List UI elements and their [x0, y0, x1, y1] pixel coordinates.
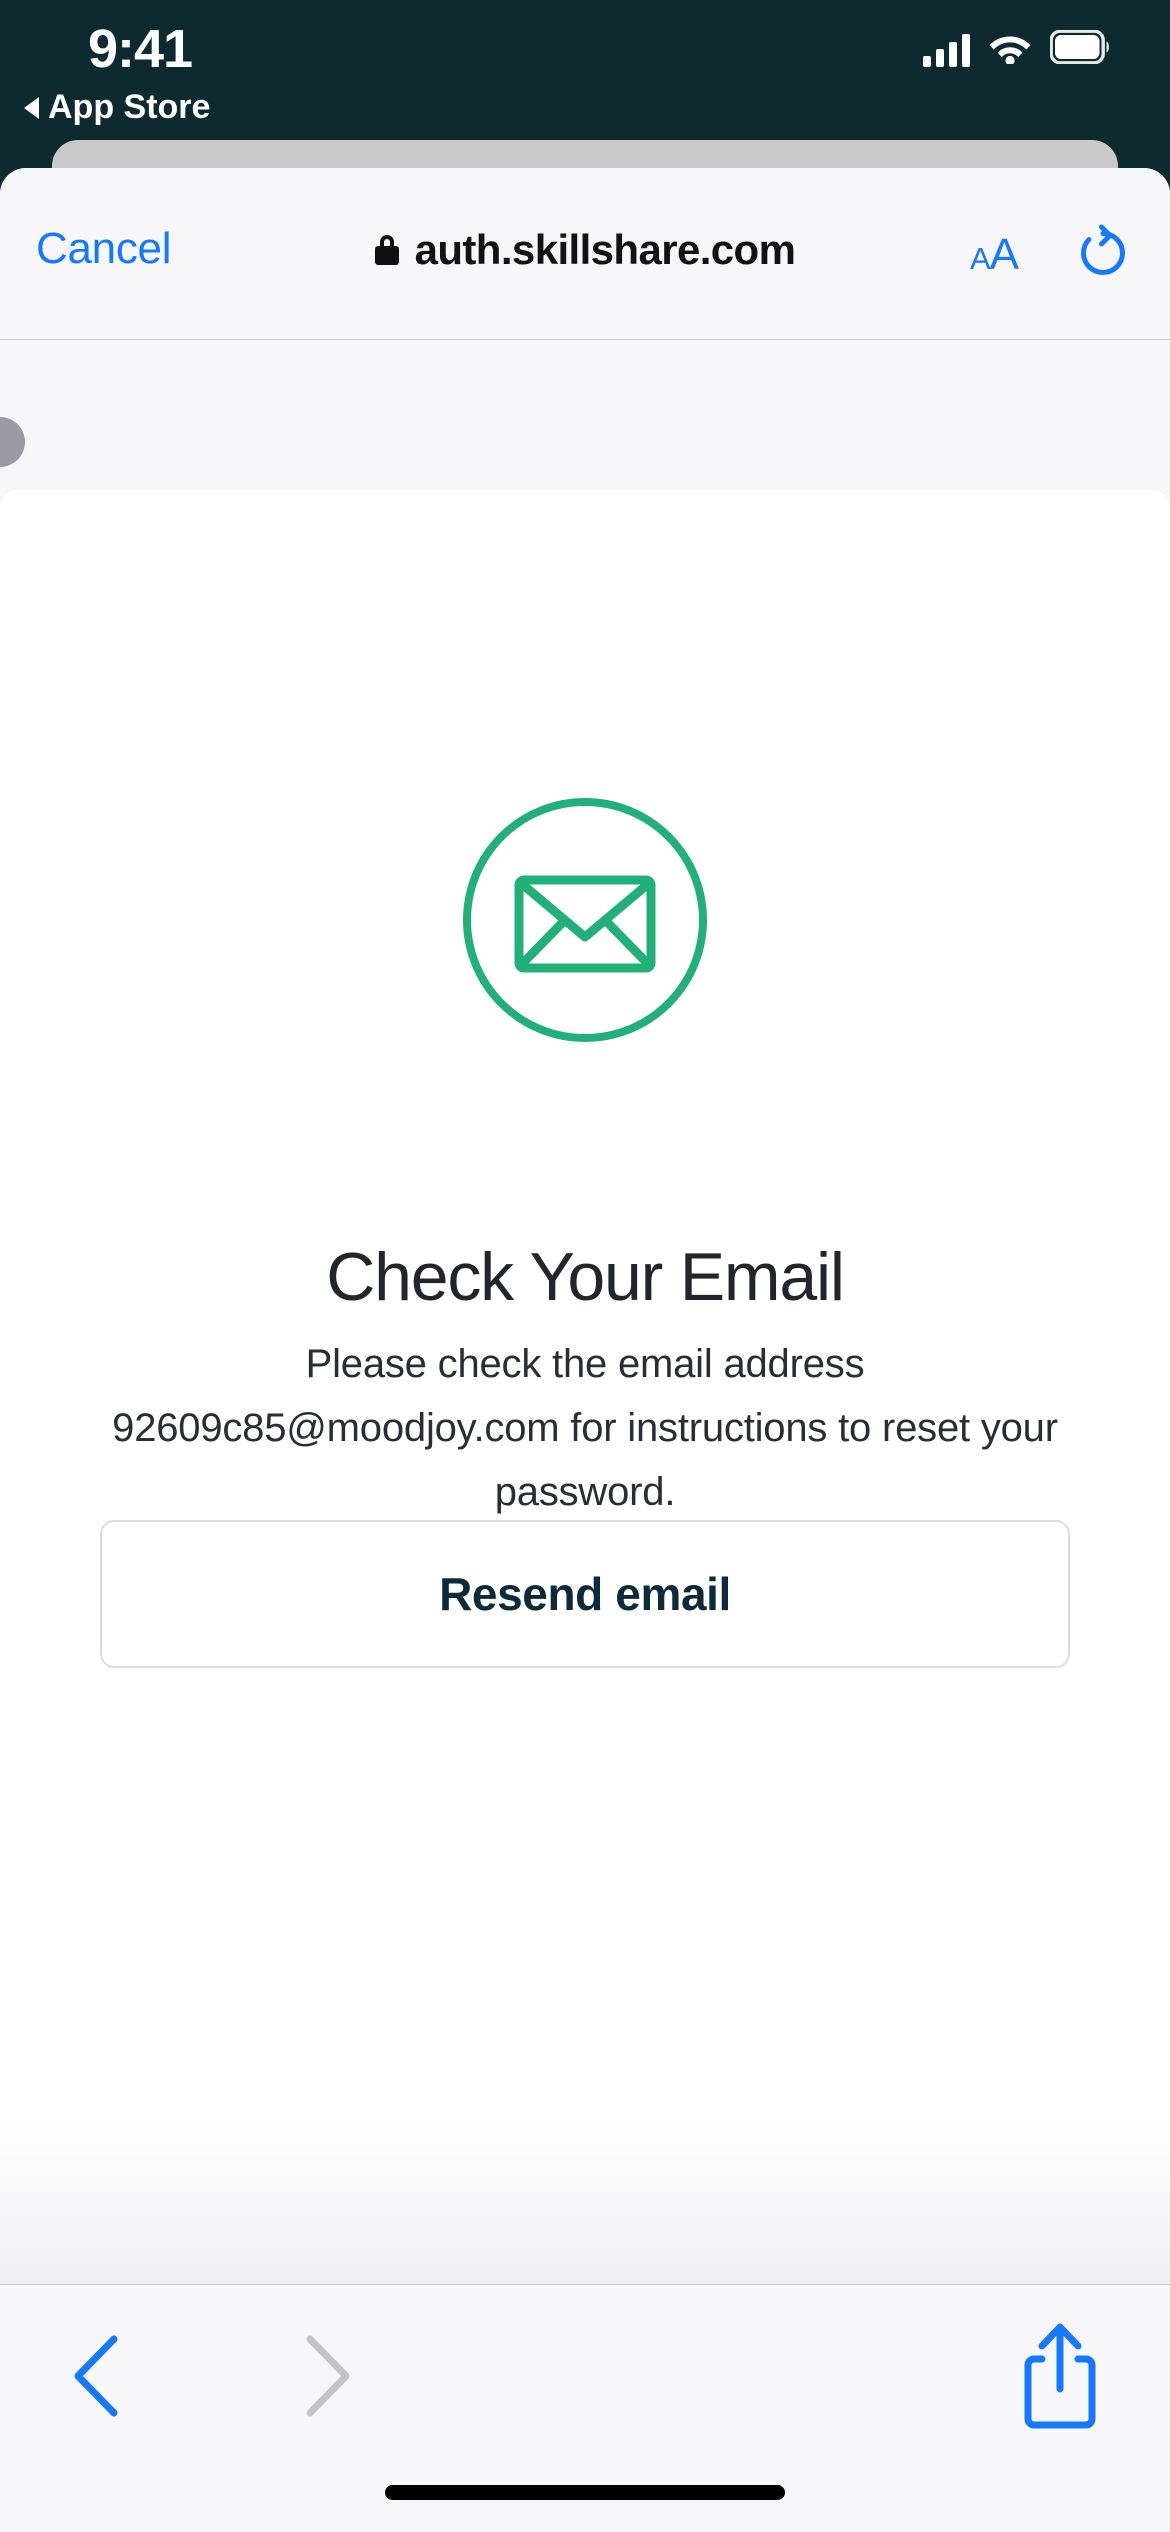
text-size-small-a: A — [969, 241, 991, 276]
resend-email-button[interactable]: Resend email — [100, 1520, 1070, 1668]
safari-web-sheet: Cancel auth.skillshare.com AA Check Your… — [0, 168, 1170, 2532]
nav-forward-button[interactable] — [292, 2333, 362, 2419]
drag-handle-circle[interactable] — [0, 417, 25, 467]
url-text: auth.skillshare.com — [414, 226, 796, 273]
battery-full-icon — [1049, 29, 1112, 69]
page-body-text: Please check the email address 92609c85@… — [112, 1342, 1058, 1514]
page-title: Check Your Email — [326, 1239, 845, 1315]
triangle-left-icon — [24, 96, 39, 119]
wifi-icon — [988, 30, 1032, 69]
browser-toolbar: Cancel auth.skillshare.com AA — [0, 168, 1170, 340]
share-button[interactable] — [1020, 2321, 1100, 2431]
text-size-button[interactable]: AA — [969, 230, 1019, 280]
cellular-signal-icon — [923, 33, 970, 67]
browser-bottom-toolbar — [0, 2284, 1170, 2532]
lock-icon — [374, 235, 399, 265]
status-time: 9:41 — [88, 19, 193, 79]
phone-screen: 9:41 App Store Cancel auth.skillshare.co… — [0, 0, 1170, 2532]
home-indicator — [385, 2485, 785, 2500]
back-to-app-store-button[interactable]: App Store — [24, 88, 210, 127]
back-app-label: App Store — [48, 88, 211, 126]
page-bottom-fade — [0, 2120, 1170, 2283]
envelope-in-circle-icon — [0, 796, 1170, 1044]
status-bar: 9:41 App Store — [0, 0, 1170, 150]
status-indicators — [923, 29, 1112, 69]
text-size-large-a: A — [989, 230, 1019, 279]
web-page-content: Check Your Email Please check the email … — [0, 490, 1170, 2120]
reload-button[interactable] — [1074, 224, 1132, 282]
nav-back-button[interactable] — [62, 2333, 132, 2419]
